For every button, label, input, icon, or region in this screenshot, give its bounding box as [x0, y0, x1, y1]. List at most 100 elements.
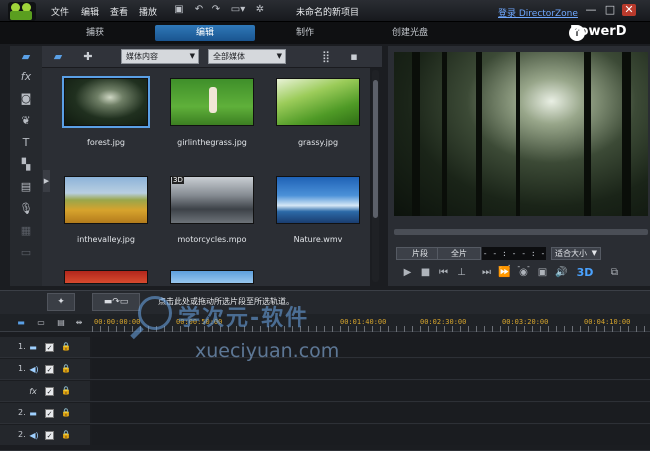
- play-icon[interactable]: ▶: [401, 266, 414, 279]
- video-track-icon: ▬: [29, 409, 37, 418]
- thumbnail-inthevalley[interactable]: [64, 176, 148, 224]
- media-filter-dropdown[interactable]: 全部媒体 ▼: [208, 49, 286, 64]
- track-lane[interactable]: [92, 403, 650, 423]
- track-enable-checkbox[interactable]: ✓: [45, 343, 54, 352]
- subtitle-room-icon: ▭: [20, 246, 32, 259]
- audio-track-icon: ◀): [29, 365, 39, 374]
- step-forward-icon[interactable]: ⏭: [480, 266, 493, 279]
- thumbnail-label: forest.jpg: [87, 138, 125, 147]
- track-number: 1.: [18, 342, 26, 351]
- import-media-icon[interactable]: ▰: [50, 49, 66, 65]
- fit-size-dropdown[interactable]: 适合大小 ▼: [551, 247, 601, 260]
- edit-tools-button[interactable]: ▬↷▭: [92, 293, 140, 311]
- display-output-icon[interactable]: ▣: [536, 266, 549, 279]
- thumbnail-forest[interactable]: [62, 76, 150, 128]
- track-lock-icon[interactable]: 🔒: [61, 408, 71, 418]
- ruler-label: 00:00:00:00: [94, 318, 141, 326]
- track-fx: fx ✓ 🔒: [0, 381, 650, 402]
- 3d-badge: 3D: [172, 176, 184, 184]
- track-number: 2.: [18, 430, 26, 439]
- 3d-mode-icon[interactable]: 3D: [574, 266, 596, 279]
- movie-mode-button[interactable]: 全片: [437, 247, 481, 260]
- thumbnail-label: motorcycles.mpo: [177, 235, 247, 244]
- pip-room-icon[interactable]: ◙: [18, 92, 34, 106]
- collapse-panel-handle[interactable]: ▶: [43, 170, 50, 192]
- menu-view[interactable]: 查看: [110, 5, 128, 18]
- zoom-timeline-icon[interactable]: ⇹: [72, 317, 86, 328]
- thumbnail-partial[interactable]: [64, 270, 148, 284]
- storyboard-view-icon[interactable]: ▭: [34, 317, 48, 328]
- audio-track-icon: ◀): [29, 431, 39, 440]
- audio-mixing-icon[interactable]: ▤: [18, 180, 34, 194]
- fix-enhance-button[interactable]: ✦: [47, 293, 75, 311]
- library-scrollbar-thumb[interactable]: [373, 80, 378, 218]
- track-number: 2.: [18, 408, 26, 417]
- particle-room-icon[interactable]: ❦: [18, 114, 34, 128]
- login-directorzone-link[interactable]: 登录 DirectorZone: [498, 6, 578, 19]
- chapter-room-icon: ▦: [20, 224, 32, 237]
- track-enable-checkbox[interactable]: ✓: [45, 387, 54, 396]
- save-icon[interactable]: ▣: [173, 4, 185, 16]
- thumbnail-size-icon[interactable]: ▪: [346, 49, 362, 65]
- track-enable-checkbox[interactable]: ✓: [45, 431, 54, 440]
- step-back-icon[interactable]: ⊥: [455, 266, 468, 279]
- thumbnail-nature[interactable]: [276, 176, 360, 224]
- ruler-label: 00:03:20:00: [502, 318, 549, 326]
- thumbnail-grassy[interactable]: [276, 78, 360, 126]
- timecode-display[interactable]: - - : - - : - - : - -: [482, 247, 546, 271]
- voice-record-microphone-icon[interactable]: 🎙: [18, 202, 34, 216]
- track-lock-icon[interactable]: 🔒: [61, 364, 71, 374]
- title-room-icon[interactable]: T: [18, 136, 34, 150]
- thumbnail-partial[interactable]: [170, 270, 254, 284]
- volume-icon[interactable]: 🔊: [555, 266, 568, 279]
- timeline-view-icon[interactable]: ▬: [14, 317, 28, 328]
- tab-produce[interactable]: 制作: [270, 25, 340, 41]
- preview-scrub-bar[interactable]: [394, 229, 648, 235]
- track-lock-icon[interactable]: 🔒: [61, 430, 71, 440]
- app-logo-icon: [8, 2, 36, 21]
- track-lane[interactable]: [92, 359, 650, 379]
- tab-edit[interactable]: 编辑: [155, 25, 255, 41]
- aspect-ratio-icon[interactable]: ▭▾: [229, 4, 247, 16]
- snapshot-camera-icon[interactable]: ◉: [517, 266, 530, 279]
- thumbnail-girlinthegrass[interactable]: [170, 78, 254, 126]
- watermark-url: xueciyuan.com: [195, 340, 340, 362]
- transition-room-icon[interactable]: ▚: [18, 158, 34, 172]
- track-audio-2: 2. ◀) ✓ 🔒: [0, 425, 650, 451]
- track-lock-icon[interactable]: 🔒: [61, 386, 71, 396]
- fast-forward-icon[interactable]: ⏩: [498, 266, 511, 279]
- track-audio-1: 1. ◀) ✓ 🔒: [0, 359, 650, 380]
- media-content-dropdown[interactable]: 媒体内容 ▼: [121, 49, 199, 64]
- ruler-label: 00:04:10:00: [584, 318, 631, 326]
- track-lock-icon[interactable]: 🔒: [61, 342, 71, 352]
- track-enable-checkbox[interactable]: ✓: [45, 365, 54, 374]
- previous-frame-icon[interactable]: ⏮: [437, 266, 450, 279]
- plugin-icon[interactable]: ✚: [80, 49, 96, 65]
- fx-track-icon: fx: [29, 387, 37, 396]
- effects-room-icon[interactable]: fx: [18, 70, 34, 84]
- track-manager-icon[interactable]: ▤: [54, 317, 68, 328]
- track-number: 1.: [18, 364, 26, 373]
- stop-icon[interactable]: ■: [419, 266, 432, 279]
- thumbnail-label: Nature.wmv: [293, 235, 343, 244]
- tab-capture[interactable]: 捕获: [60, 25, 130, 41]
- track-lane[interactable]: [92, 425, 650, 445]
- tab-create-disc[interactable]: 创建光盘: [370, 25, 450, 41]
- maximize-button[interactable]: □: [603, 4, 617, 16]
- menu-play[interactable]: 播放: [139, 5, 157, 18]
- undock-preview-icon[interactable]: ⧉: [608, 266, 621, 279]
- track-lane[interactable]: [92, 381, 650, 401]
- media-room-icon[interactable]: ▰: [18, 50, 34, 64]
- undo-icon[interactable]: ↶: [193, 4, 205, 16]
- menu-file[interactable]: 文件: [51, 5, 69, 18]
- video-track-icon: ▬: [29, 343, 37, 352]
- track-enable-checkbox[interactable]: ✓: [45, 409, 54, 418]
- redo-icon[interactable]: ↷: [210, 4, 222, 16]
- settings-gear-icon[interactable]: ✲: [254, 4, 266, 16]
- brand-name: PowerD: [570, 24, 627, 39]
- track-video-2: 2. ▬ ✓ 🔒: [0, 403, 650, 424]
- minimize-button[interactable]: —: [584, 4, 598, 16]
- menu-edit[interactable]: 编辑: [81, 5, 99, 18]
- close-button[interactable]: ✕: [622, 4, 636, 16]
- grid-view-icon[interactable]: ⣿: [318, 49, 334, 65]
